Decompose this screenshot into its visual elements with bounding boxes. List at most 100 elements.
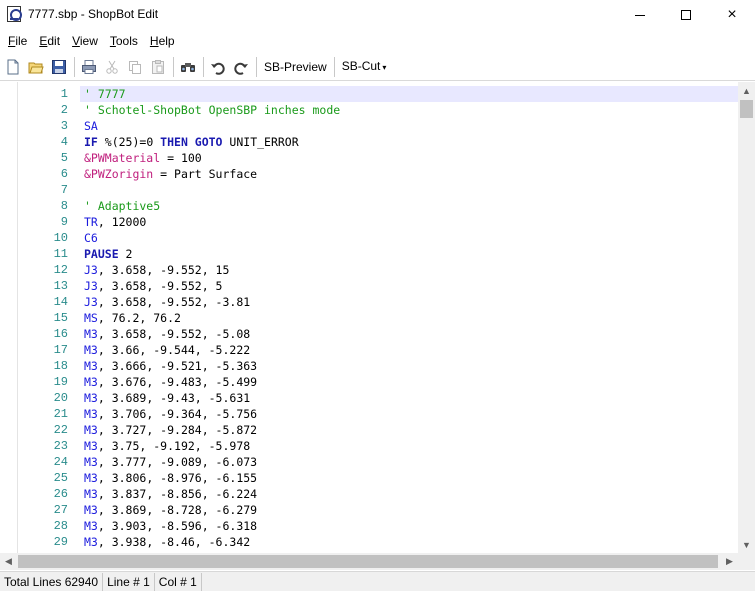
print-button[interactable]	[78, 56, 100, 78]
copy-icon	[129, 60, 141, 74]
line-number: 11	[53, 247, 68, 261]
code-line[interactable]: 22 M3, 3.727, -9.284, -5.872	[0, 422, 738, 438]
code-line[interactable]: 26 M3, 3.837, -8.856, -6.224	[0, 486, 738, 502]
code-text[interactable]: J3, 3.658, -9.552, 15	[80, 262, 738, 278]
app-icon[interactable]	[7, 6, 22, 22]
code-line[interactable]: 16 M3, 3.658, -9.552, -5.08	[0, 326, 738, 342]
menu-help[interactable]: Help	[144, 30, 181, 52]
code-line[interactable]: 15 MS, 76.2, 76.2	[0, 310, 738, 326]
code-text[interactable]: M3, 3.837, -8.856, -6.224	[80, 486, 738, 502]
code-text[interactable]: M3, 3.75, -9.192, -5.978	[80, 438, 738, 454]
code-text[interactable]: ' 7777	[80, 86, 738, 102]
code-text[interactable]: M3, 3.66, -9.544, -5.222	[80, 342, 738, 358]
code-line[interactable]: 2 ' Schotel-ShopBot OpenSBP inches mode	[0, 102, 738, 118]
code-line[interactable]: 19 M3, 3.676, -9.483, -5.499	[0, 374, 738, 390]
line-number: 13	[53, 279, 68, 293]
undo-button[interactable]	[207, 56, 229, 78]
code-line[interactable]: 4 IF %(25)=0 THEN GOTO UNIT_ERROR	[0, 134, 738, 150]
copy-button[interactable]	[124, 56, 146, 78]
vertical-scroll-thumb[interactable]	[740, 100, 753, 118]
code-text[interactable]: PAUSE 2	[80, 246, 738, 262]
code-line[interactable]: 12 J3, 3.658, -9.552, 15	[0, 262, 738, 278]
code-line[interactable]: 1 ' 7777	[0, 86, 738, 102]
code-line[interactable]: 27 M3, 3.869, -8.728, -6.279	[0, 502, 738, 518]
menu-view[interactable]: View	[66, 30, 104, 52]
code-line[interactable]: 7	[0, 182, 738, 198]
code-text[interactable]: M3, 3.869, -8.728, -6.279	[80, 502, 738, 518]
line-number: 10	[53, 231, 68, 245]
vertical-scrollbar[interactable]: ▲ ▼	[738, 82, 755, 553]
new-file-button[interactable]	[2, 56, 24, 78]
code-text[interactable]: SA	[80, 118, 738, 134]
open-button[interactable]	[25, 56, 47, 78]
code-line[interactable]: 5 &PWMaterial = 100	[0, 150, 738, 166]
code-text[interactable]: C6	[80, 230, 738, 246]
code-editor[interactable]: 1 ' 7777 2 ' Schotel-ShopBot OpenSBP inches…	[0, 82, 738, 553]
code-text[interactable]: M3, 3.727, -9.284, -5.872	[80, 422, 738, 438]
code-line[interactable]: 17 M3, 3.66, -9.544, -5.222	[0, 342, 738, 358]
close-button[interactable]: ×	[709, 0, 755, 30]
menu-tools[interactable]: Tools	[104, 30, 144, 52]
scroll-up-arrow-icon[interactable]: ▲	[738, 82, 755, 99]
code-text[interactable]: M3, 3.666, -9.521, -5.363	[80, 358, 738, 374]
code-line[interactable]: 14 J3, 3.658, -9.552, -3.81	[0, 294, 738, 310]
find-button[interactable]	[177, 56, 199, 78]
paste-button[interactable]	[147, 56, 169, 78]
code-text[interactable]: M3, 3.676, -9.483, -5.499	[80, 374, 738, 390]
line-number: 20	[53, 391, 68, 405]
horizontal-scroll-thumb[interactable]	[18, 555, 718, 568]
code-text[interactable]: M3, 3.777, -9.089, -6.073	[80, 454, 738, 470]
code-text[interactable]: MS, 76.2, 76.2	[80, 310, 738, 326]
code-token: M3	[84, 519, 98, 533]
minimize-button[interactable]	[617, 0, 663, 30]
code-text[interactable]: &PWZorigin = Part Surface	[80, 166, 738, 182]
menu-edit[interactable]: Edit	[33, 30, 66, 52]
sb-cut-button[interactable]: SB-Cut ▾	[338, 55, 391, 79]
code-text[interactable]: &PWMaterial = 100	[80, 150, 738, 166]
code-line[interactable]: 23 M3, 3.75, -9.192, -5.978	[0, 438, 738, 454]
code-token: IF	[84, 135, 105, 149]
code-text[interactable]: M3, 3.938, -8.46, -6.342	[80, 534, 738, 550]
scroll-right-arrow-icon[interactable]: ▶	[721, 553, 738, 570]
code-line[interactable]: 21 M3, 3.706, -9.364, -5.756	[0, 406, 738, 422]
save-button[interactable]	[48, 56, 70, 78]
code-text[interactable]: J3, 3.658, -9.552, -3.81	[80, 294, 738, 310]
code-text[interactable]: M3, 3.658, -9.552, -5.08	[80, 326, 738, 342]
scroll-down-arrow-icon[interactable]: ▼	[738, 536, 755, 553]
code-text[interactable]: ' Adaptive5	[80, 198, 738, 214]
code-text[interactable]: ' Schotel-ShopBot OpenSBP inches mode	[80, 102, 738, 118]
code-line[interactable]: 29 M3, 3.938, -8.46, -6.342	[0, 534, 738, 550]
code-line[interactable]: 6 &PWZorigin = Part Surface	[0, 166, 738, 182]
code-text[interactable]: M3, 3.903, -8.596, -6.318	[80, 518, 738, 534]
code-line[interactable]: 8 ' Adaptive5	[0, 198, 738, 214]
code-text[interactable]: M3, 3.706, -9.364, -5.756	[80, 406, 738, 422]
line-number: 1	[60, 87, 68, 101]
code-text[interactable]: TR, 12000	[80, 214, 738, 230]
code-token: , 3.658, -9.552, 5	[97, 279, 223, 293]
menu-file[interactable]: File	[2, 30, 33, 52]
sb-preview-button[interactable]: SB-Preview	[260, 56, 331, 78]
maximize-button[interactable]	[663, 0, 709, 30]
scroll-left-arrow-icon[interactable]: ◀	[0, 553, 17, 570]
code-text[interactable]: J3, 3.658, -9.552, 5	[80, 278, 738, 294]
code-text[interactable]: IF %(25)=0 THEN GOTO UNIT_ERROR	[80, 134, 738, 150]
code-line[interactable]: 24 M3, 3.777, -9.089, -6.073	[0, 454, 738, 470]
code-line[interactable]: 9 TR, 12000	[0, 214, 738, 230]
code-text[interactable]	[80, 182, 738, 198]
code-line[interactable]: 13 J3, 3.658, -9.552, 5	[0, 278, 738, 294]
chevron-down-icon[interactable]: ▾	[382, 63, 386, 72]
code-line[interactable]: 3 SA	[0, 118, 738, 134]
code-text[interactable]: M3, 3.689, -9.43, -5.631	[80, 390, 738, 406]
code-text[interactable]: M3, 3.806, -8.976, -6.155	[80, 470, 738, 486]
redo-button[interactable]	[230, 56, 252, 78]
code-line[interactable]: 18 M3, 3.666, -9.521, -5.363	[0, 358, 738, 374]
code-line[interactable]: 20 M3, 3.689, -9.43, -5.631	[0, 390, 738, 406]
cut-button[interactable]	[101, 56, 123, 78]
line-number: 3	[60, 119, 68, 133]
code-line[interactable]: 10 C6	[0, 230, 738, 246]
code-line[interactable]: 28 M3, 3.903, -8.596, -6.318	[0, 518, 738, 534]
minimize-icon	[635, 14, 645, 16]
code-line[interactable]: 11 PAUSE 2	[0, 246, 738, 262]
code-line[interactable]: 25 M3, 3.806, -8.976, -6.155	[0, 470, 738, 486]
horizontal-scrollbar[interactable]: ◀ ▶	[0, 553, 755, 570]
